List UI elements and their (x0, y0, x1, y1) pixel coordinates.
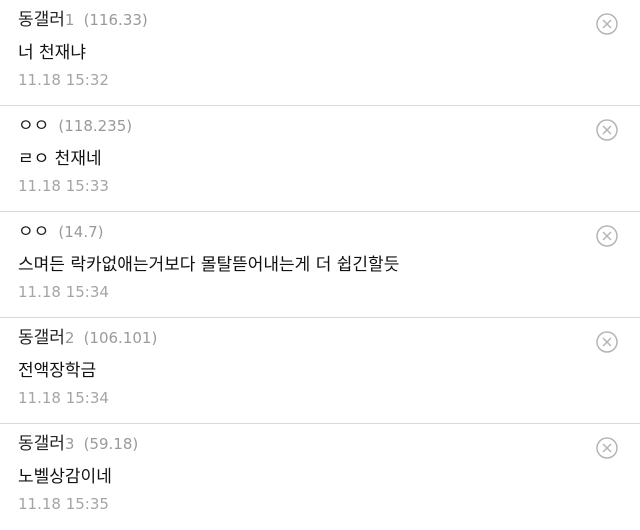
comment-timestamp: 11.18 15:34 (18, 283, 109, 301)
comment-meta: ㅇㅇ (118.235) (18, 115, 132, 137)
comment-ip: (59.18) (83, 435, 139, 453)
comment-text: 노벨상감이네 (18, 467, 112, 487)
close-circle-icon (596, 331, 618, 353)
comment-meta: 동갤러1 (116.33) (18, 9, 148, 31)
comment-nickname[interactable]: 동갤러 (18, 434, 65, 454)
comment-timestamp: 11.18 15:35 (18, 495, 109, 513)
comment-meta: 동갤러2 (106.101) (18, 327, 157, 349)
comment-ip: (14.7) (58, 223, 104, 241)
comment-item: 동갤러1 (116.33) 너 천재냐 11.18 15:32 (0, 0, 640, 106)
comment-nickname[interactable]: 동갤러 (18, 328, 65, 348)
comment-list: 동갤러1 (116.33) 너 천재냐 11.18 15:32 ㅇㅇ (118.… (0, 0, 640, 513)
comment-meta: 동갤러3 (59.18) (18, 433, 138, 455)
close-circle-icon (596, 437, 618, 459)
comment-nickname-number: 2 (64, 329, 75, 347)
comment-text: ㄹㅇ 천재네 (18, 149, 102, 169)
delete-comment-button[interactable] (596, 331, 618, 353)
comment-ip: (106.101) (83, 329, 158, 347)
comment-ip: (118.235) (58, 117, 133, 135)
comment-text: 너 천재냐 (18, 43, 86, 63)
close-circle-icon (596, 119, 618, 141)
comment-item: 동갤러2 (106.101) 전액장학금 11.18 15:34 (0, 318, 640, 424)
comment-timestamp: 11.18 15:33 (18, 177, 109, 195)
delete-comment-button[interactable] (596, 13, 618, 35)
comment-text: 전액장학금 (18, 361, 97, 381)
comment-item: ㅇㅇ (118.235) ㄹㅇ 천재네 11.18 15:33 (0, 106, 640, 212)
comment-nickname[interactable]: 동갤러 (18, 10, 65, 30)
comment-ip: (116.33) (83, 11, 148, 29)
delete-comment-button[interactable] (596, 437, 618, 459)
comment-item: 동갤러3 (59.18) 노벨상감이네 11.18 15:35 (0, 424, 640, 530)
comment-item: ㅇㅇ (14.7) 스며든 락카없애는거보다 몰탈뜯어내는게 더 쉽긴할듯 11… (0, 212, 640, 318)
delete-comment-button[interactable] (596, 119, 618, 141)
comment-text: 스며든 락카없애는거보다 몰탈뜯어내는게 더 쉽긴할듯 (18, 255, 400, 275)
comment-nickname-number: 3 (64, 435, 75, 453)
comment-nickname[interactable]: ㅇㅇ (18, 116, 49, 136)
comment-nickname[interactable]: ㅇㅇ (18, 222, 49, 242)
comment-nickname-number: 1 (64, 11, 75, 29)
comment-timestamp: 11.18 15:32 (18, 71, 109, 89)
comment-meta: ㅇㅇ (14.7) (18, 221, 103, 243)
comment-timestamp: 11.18 15:34 (18, 389, 109, 407)
close-circle-icon (596, 13, 618, 35)
delete-comment-button[interactable] (596, 225, 618, 247)
close-circle-icon (596, 225, 618, 247)
